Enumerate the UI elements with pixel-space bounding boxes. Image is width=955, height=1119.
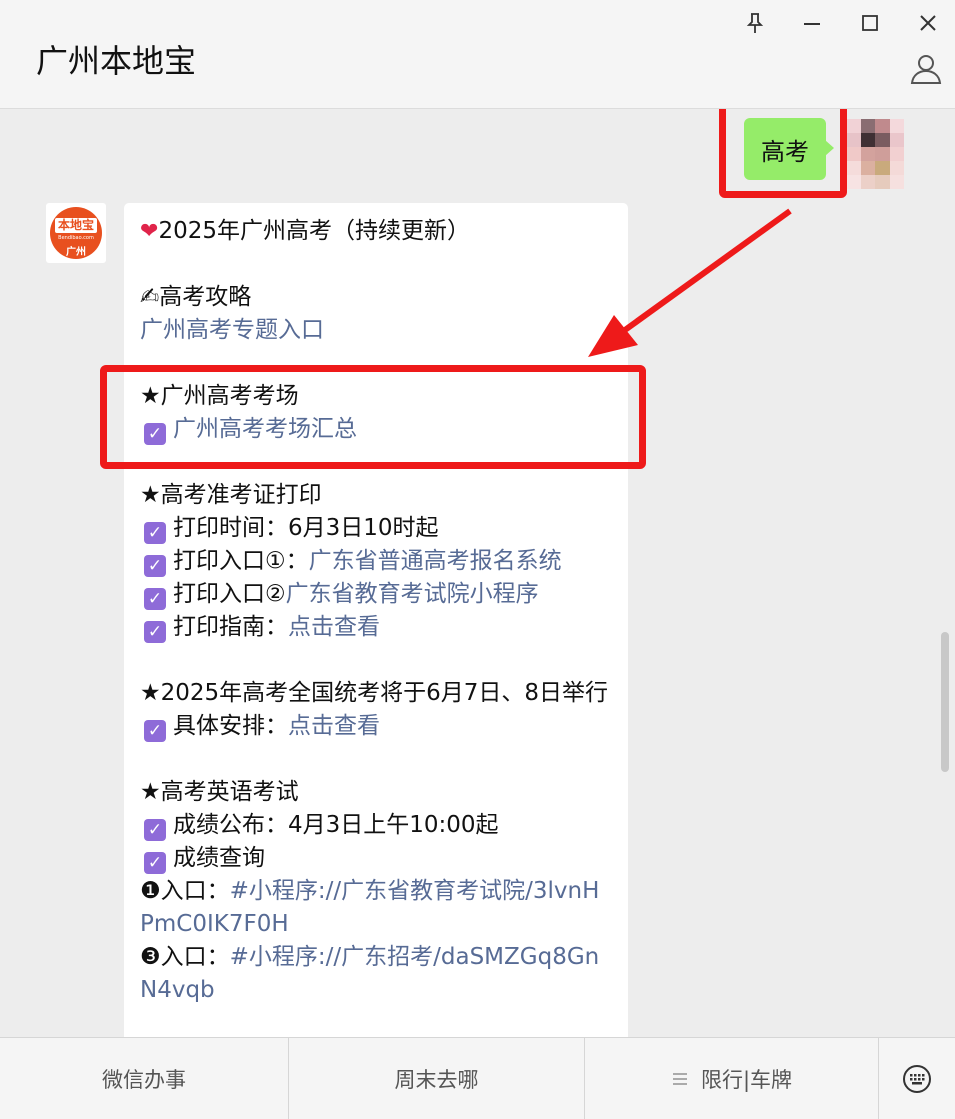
strategy-line: ✍高考攻略 — [140, 281, 612, 314]
menu-item-label: 周末去哪 — [394, 1067, 479, 1092]
title-bar: 广州本地宝 — [0, 0, 955, 109]
entry2-link[interactable]: 广东省教育考试院小程序 — [286, 581, 539, 607]
keyboard-toggle-button[interactable] — [879, 1038, 955, 1119]
logo-subtext: Bendibao.com — [58, 235, 94, 241]
logo-city: 广州 — [66, 247, 86, 258]
score-query-line: ✓ 成绩查询 — [140, 842, 612, 875]
menu-item-label: 限行|车牌 — [700, 1067, 793, 1092]
entry1-label: 打印入口①： — [173, 548, 309, 574]
admission-heading: ★高考准考证打印 — [140, 482, 322, 508]
bot-reply-bubble: ❤2025年广州高考（持续更新） ✍高考攻略 广州高考专题入口 ★广州高考考场 … — [124, 203, 628, 1037]
writing-hand-icon: ✍ — [140, 284, 160, 310]
print-time-line: ✓ 打印时间：6月3日10时起 — [140, 512, 612, 545]
checkbox-icon: ✓ — [144, 522, 166, 544]
entry2-label: 打印入口② — [173, 581, 286, 607]
bot-avatar[interactable]: 本地宝 Bendibao.com 广州 — [46, 203, 106, 263]
entry1-line: ✓ 打印入口①：广东省普通高考报名系统 — [140, 545, 612, 578]
schedule-line: ✓ 具体安排：点击查看 — [140, 710, 612, 743]
bendibao-logo: 本地宝 Bendibao.com 广州 — [50, 207, 102, 259]
score-release-line: ✓ 成绩公布：4月3日上午10:00起 — [140, 809, 612, 842]
checkbox-icon: ✓ — [144, 819, 166, 841]
reply-title: 2025年广州高考（持续更新） — [158, 218, 470, 244]
entry-a-line: ❶入口：#小程序://广东省教育考试院/3lvnHPmC0IK7F0H — [140, 875, 612, 941]
reply-title-line: ❤2025年广州高考（持续更新） — [140, 215, 612, 248]
checkbox-icon: ✓ — [144, 852, 166, 874]
menu-lines-icon — [672, 1072, 687, 1085]
chat-title: 广州本地宝 — [36, 42, 197, 80]
highlight-box-venue — [100, 365, 646, 469]
entry-b-label: ❸入口： — [140, 944, 230, 970]
menu-item-wechat-services[interactable]: 微信办事 — [0, 1038, 289, 1119]
user-avatar[interactable] — [846, 119, 904, 189]
menu-item-label: 微信办事 — [102, 1067, 186, 1092]
english-heading: ★高考英语考试 — [140, 779, 299, 805]
checkbox-icon: ✓ — [144, 555, 166, 577]
score-release: 成绩公布：4月3日上午10:00起 — [173, 812, 499, 838]
print-time: 打印时间：6月3日10时起 — [173, 515, 439, 541]
close-icon[interactable] — [913, 10, 943, 36]
menu-item-traffic-restriction[interactable]: 限行|车牌 — [585, 1038, 879, 1119]
entry-b-line: ❸入口：#小程序://广东招考/daSMZGq8GnN4vqb — [140, 941, 612, 1007]
entry1-link[interactable]: 广东省普通高考报名系统 — [309, 548, 562, 574]
guide-label: 打印指南： — [173, 614, 288, 640]
schedule-link[interactable]: 点击查看 — [288, 713, 380, 739]
schedule-label: 具体安排： — [173, 713, 288, 739]
profile-icon[interactable] — [909, 52, 943, 86]
keyboard-icon — [903, 1064, 931, 1093]
logo-text: 本地宝 — [55, 218, 97, 233]
checkbox-icon: ✓ — [144, 720, 166, 742]
guide-line: ✓ 打印指南：点击查看 — [140, 611, 612, 644]
red-arrow-annotation — [588, 208, 792, 357]
strategy-link[interactable]: 广州高考专题入口 — [140, 314, 612, 347]
entry2-line: ✓ 打印入口②广东省教育考试院小程序 — [140, 578, 612, 611]
bottom-menu-bar: 微信办事 周末去哪 限行|车牌 — [0, 1037, 955, 1119]
guide-link[interactable]: 点击查看 — [288, 614, 380, 640]
pin-icon[interactable] — [740, 10, 770, 36]
menu-item-weekend[interactable]: 周末去哪 — [289, 1038, 585, 1119]
heart-icon: ❤ — [140, 219, 159, 244]
entry-a-label: ❶入口： — [140, 878, 230, 904]
score-query: 成绩查询 — [173, 845, 265, 871]
highlight-box-message — [719, 109, 847, 198]
exam-heading: ★2025年高考全国统考将于6月7日、8日举行 — [140, 680, 609, 706]
checkbox-icon: ✓ — [144, 588, 166, 610]
checkbox-icon: ✓ — [144, 621, 166, 643]
maximize-icon[interactable] — [855, 10, 885, 36]
chat-area: 高考 本地宝 Bendibao.com 广州 ❤2025年广州高考（持续更新） … — [0, 109, 955, 1037]
minimize-icon[interactable] — [797, 10, 827, 36]
chat-scrollbar[interactable] — [941, 632, 949, 772]
strategy-heading: 高考攻略 — [159, 284, 252, 310]
